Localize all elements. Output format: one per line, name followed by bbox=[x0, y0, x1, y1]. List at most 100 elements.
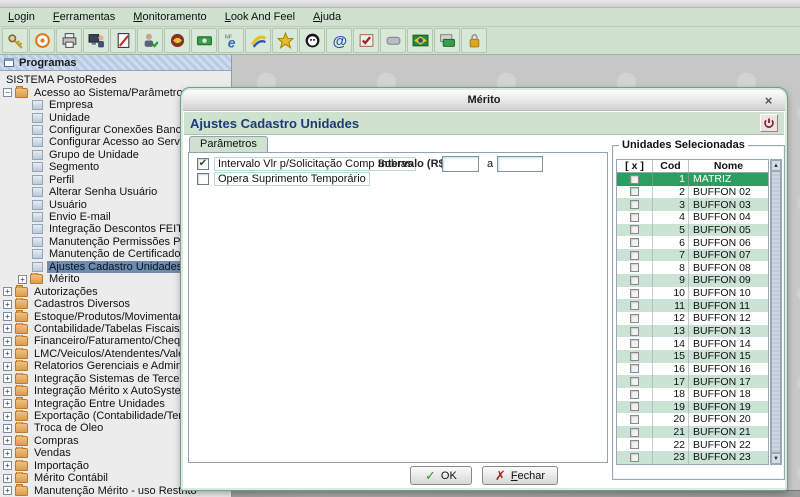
toolbar-button-eagle[interactable] bbox=[164, 28, 190, 53]
exit-power-icon[interactable] bbox=[760, 114, 778, 132]
table-row[interactable]: 17BUFFON 17 bbox=[617, 375, 768, 388]
table-row[interactable]: 1MATRIZ bbox=[617, 173, 768, 186]
toolbar-button-support-face[interactable] bbox=[299, 28, 325, 53]
fechar-button[interactable]: ✗ Fechar bbox=[482, 466, 558, 485]
toolbar-button-cash[interactable] bbox=[191, 28, 217, 53]
row-checkbox[interactable] bbox=[630, 187, 639, 196]
collapse-icon[interactable]: − bbox=[3, 88, 12, 97]
row-checkbox[interactable] bbox=[630, 428, 639, 437]
row-checkbox[interactable] bbox=[630, 453, 639, 462]
toolbar-button-money-transfer[interactable] bbox=[434, 28, 460, 53]
tab-parametros[interactable]: Parâmetros bbox=[189, 136, 268, 152]
toolbar-button-gray-box[interactable] bbox=[380, 28, 406, 53]
row-checkbox[interactable] bbox=[630, 440, 639, 449]
toolbar-button-stamp-check[interactable] bbox=[353, 28, 379, 53]
expand-icon[interactable]: + bbox=[3, 374, 12, 383]
expand-icon[interactable]: + bbox=[3, 312, 12, 321]
menu-look-and-feel[interactable]: Look And Feel bbox=[225, 11, 295, 23]
toolbar-button-user-check[interactable] bbox=[137, 28, 163, 53]
table-row[interactable]: 19BUFFON 19 bbox=[617, 401, 768, 414]
row-checkbox[interactable] bbox=[630, 251, 639, 260]
row-checkbox[interactable] bbox=[630, 263, 639, 272]
table-row[interactable]: 2BUFFON 02 bbox=[617, 186, 768, 199]
expand-icon[interactable]: + bbox=[18, 275, 27, 284]
scroll-up-icon[interactable]: ▲ bbox=[771, 160, 781, 171]
scroll-down-icon[interactable]: ▼ bbox=[771, 453, 781, 464]
expand-icon[interactable]: + bbox=[3, 486, 12, 495]
row-checkbox[interactable] bbox=[630, 301, 639, 310]
toolbar-button-nfe[interactable]: NFe bbox=[218, 28, 244, 53]
interval-to-field[interactable] bbox=[497, 156, 543, 172]
menu-monitoramento[interactable]: Monitoramento bbox=[133, 11, 206, 23]
row-checkbox[interactable] bbox=[630, 200, 639, 209]
table-row[interactable]: 6BUFFON 06 bbox=[617, 236, 768, 249]
expand-icon[interactable]: + bbox=[3, 424, 12, 433]
tree-item[interactable]: SISTEMA PostoRedes bbox=[0, 74, 231, 86]
table-row[interactable]: 21BUFFON 21 bbox=[617, 426, 768, 439]
row-checkbox[interactable] bbox=[630, 213, 639, 222]
table-row[interactable]: 20BUFFON 20 bbox=[617, 413, 768, 426]
table-row[interactable]: 5BUFFON 05 bbox=[617, 224, 768, 237]
table-row[interactable]: 10BUFFON 10 bbox=[617, 287, 768, 300]
expand-icon[interactable]: + bbox=[3, 412, 12, 421]
scrollbar-thumb[interactable] bbox=[771, 171, 781, 453]
table-row[interactable]: 3BUFFON 03 bbox=[617, 198, 768, 211]
row-checkbox[interactable] bbox=[630, 377, 639, 386]
row-checkbox[interactable] bbox=[630, 175, 639, 184]
row-checkbox[interactable] bbox=[630, 238, 639, 247]
interval-from-field[interactable] bbox=[442, 156, 479, 172]
table-row[interactable]: 12BUFFON 12 bbox=[617, 312, 768, 325]
table-row[interactable]: 9BUFFON 09 bbox=[617, 274, 768, 287]
menu-ferramentas[interactable]: Ferramentas bbox=[53, 11, 115, 23]
intervalo-checkbox[interactable]: ✔ bbox=[197, 158, 209, 170]
row-checkbox[interactable] bbox=[630, 390, 639, 399]
table-row[interactable]: 7BUFFON 07 bbox=[617, 249, 768, 262]
expand-icon[interactable]: + bbox=[3, 436, 12, 445]
toolbar-button-lock[interactable] bbox=[461, 28, 487, 53]
expand-icon[interactable]: + bbox=[3, 461, 12, 470]
row-checkbox[interactable] bbox=[630, 352, 639, 361]
toolbar-button-brazil-swoosh[interactable] bbox=[245, 28, 271, 53]
expand-icon[interactable]: + bbox=[3, 287, 12, 296]
table-row[interactable]: 18BUFFON 18 bbox=[617, 388, 768, 401]
close-icon[interactable]: × bbox=[761, 93, 776, 108]
row-checkbox[interactable] bbox=[630, 415, 639, 424]
toolbar-button-workstation[interactable] bbox=[83, 28, 109, 53]
table-row[interactable]: 16BUFFON 16 bbox=[617, 363, 768, 376]
toolbar-button-login-key[interactable] bbox=[2, 28, 28, 53]
row-checkbox[interactable] bbox=[630, 314, 639, 323]
ok-button[interactable]: ✓ OK bbox=[410, 466, 472, 485]
unidades-table-scrollbar[interactable]: ▲ ▼ bbox=[770, 159, 782, 465]
expand-icon[interactable]: + bbox=[3, 474, 12, 483]
column-header-nome[interactable]: Nome bbox=[689, 160, 768, 172]
table-row[interactable]: 15BUFFON 15 bbox=[617, 350, 768, 363]
row-checkbox[interactable] bbox=[630, 364, 639, 373]
expand-icon[interactable]: + bbox=[3, 449, 12, 458]
expand-icon[interactable]: + bbox=[3, 349, 12, 358]
row-checkbox[interactable] bbox=[630, 402, 639, 411]
expand-icon[interactable]: + bbox=[3, 324, 12, 333]
toolbar-button-printer[interactable] bbox=[56, 28, 82, 53]
table-row[interactable]: 8BUFFON 08 bbox=[617, 261, 768, 274]
toolbar-button-star[interactable] bbox=[272, 28, 298, 53]
column-header-check[interactable]: [ x ] bbox=[617, 160, 653, 172]
table-row[interactable]: 14BUFFON 14 bbox=[617, 337, 768, 350]
expand-icon[interactable]: + bbox=[3, 300, 12, 309]
expand-icon[interactable]: + bbox=[3, 362, 12, 371]
expand-icon[interactable]: + bbox=[3, 337, 12, 346]
row-checkbox[interactable] bbox=[630, 225, 639, 234]
toolbar-button-email-at[interactable]: @ bbox=[326, 28, 352, 53]
row-checkbox[interactable] bbox=[630, 289, 639, 298]
table-row[interactable]: 13BUFFON 13 bbox=[617, 325, 768, 338]
menu-ajuda[interactable]: Ajuda bbox=[313, 11, 341, 23]
dialog-title-bar[interactable]: Mérito × bbox=[183, 90, 785, 111]
toolbar-button-notepad[interactable] bbox=[110, 28, 136, 53]
column-header-cod[interactable]: Cod bbox=[653, 160, 689, 172]
toolbar-button-clock[interactable] bbox=[29, 28, 55, 53]
toolbar-button-brazil-flag[interactable] bbox=[407, 28, 433, 53]
table-row[interactable]: 4BUFFON 04 bbox=[617, 211, 768, 224]
table-row[interactable]: 22BUFFON 22 bbox=[617, 438, 768, 451]
expand-icon[interactable]: + bbox=[3, 387, 12, 396]
expand-icon[interactable]: + bbox=[3, 399, 12, 408]
table-row[interactable]: 23BUFFON 23 bbox=[617, 451, 768, 464]
